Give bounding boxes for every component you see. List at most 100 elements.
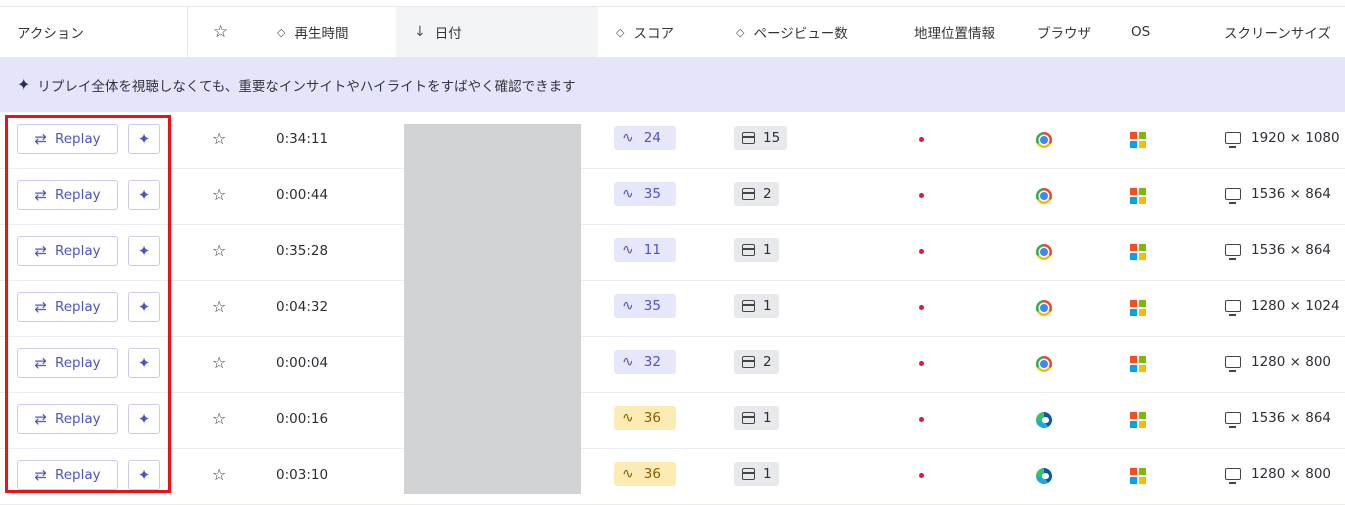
column-header-pageviews[interactable]: ◇ ページビュー数 [736,7,848,57]
sort-icon[interactable]: ◇ [616,26,624,39]
duration-value: 0:00:04 [276,355,329,371]
pageviews-badge: 2 [734,350,779,374]
score-value: 36 [643,466,661,482]
screen-size-value: 1280 × 1024 [1251,298,1340,314]
edge-icon [1036,468,1052,484]
activity-icon: ∿ [622,242,634,258]
monitor-icon [1225,356,1241,372]
star-icon[interactable]: ☆ [212,353,226,372]
chrome-icon [1036,244,1052,260]
pageviews-badge: 1 [734,406,779,430]
geo-location-dot [919,137,924,142]
table-row[interactable]: ⇄ Replay ✦ ☆ 0:04:32 ∿ 35 1 1280 × 1024 [0,280,1345,337]
sort-icon[interactable]: ◇ [277,26,285,39]
geo-location-dot [919,417,924,422]
activity-icon: ∿ [622,186,634,202]
activity-icon: ∿ [622,298,634,314]
pageviews-value: 1 [763,298,772,314]
star-icon[interactable]: ☆ [212,129,226,148]
table-row[interactable]: ⇄ Replay ✦ ☆ 0:35:28 ∿ 11 1 1536 × 864 [0,224,1345,281]
pageviews-value: 2 [763,186,772,202]
sparkle-icon: ✦ [17,75,31,94]
table-row[interactable]: ⇄ Replay ✦ ☆ 0:00:04 ∿ 32 2 1280 × 800 [0,336,1345,393]
column-header-os: OS [1131,7,1150,57]
window-icon [742,300,755,312]
screen-size: 1536 × 864 [1225,186,1331,204]
screen-size-value: 1920 × 1080 [1251,130,1340,146]
pageviews-value: 1 [763,466,772,482]
pageviews-badge: 2 [734,182,779,206]
table-row[interactable]: ⇄ Replay ✦ ☆ 0:03:10 ∿ 36 1 1280 × 800 [0,448,1345,505]
column-header-geo: 地理位置情報 [914,7,995,57]
chrome-icon [1036,132,1052,148]
star-icon[interactable]: ☆ [212,297,226,316]
monitor-icon [1225,300,1241,316]
score-badge: ∿ 24 [614,126,676,150]
table-row[interactable]: ⇄ Replay ✦ ☆ 0:34:11 ∿ 24 15 1920 × 1080 [0,112,1345,169]
geo-location-dot [919,473,924,478]
screen-size-value: 1536 × 864 [1251,242,1332,258]
table-row[interactable]: ⇄ Replay ✦ ☆ 0:00:44 ∿ 35 2 1536 × 864 [0,168,1345,225]
column-header-score[interactable]: ◇ スコア [616,7,674,57]
star-icon[interactable]: ☆ [212,241,226,260]
edge-icon [1036,412,1052,428]
screen-size: 1280 × 800 [1225,354,1331,372]
duration-value: 0:35:28 [276,243,329,259]
window-icon [742,412,755,424]
column-header-date[interactable]: ↓ 日付 [396,7,598,57]
banner-text: リプレイ全体を視聴しなくても、重要なインサイトやハイライトをすばやく確認できます [37,78,576,95]
windows-icon [1130,468,1146,484]
column-header-label: アクション [17,26,84,42]
windows-icon [1130,356,1146,372]
screen-size-value: 1536 × 864 [1251,410,1332,426]
star-icon[interactable]: ☆ [213,22,228,42]
column-header-label: 地理位置情報 [914,26,995,42]
screen-size: 1536 × 864 [1225,242,1332,260]
column-header-actions: アクション [17,7,84,57]
monitor-icon [1225,188,1241,204]
pageviews-value: 1 [763,410,772,426]
monitor-icon [1225,468,1241,484]
column-header-label: 再生時間 [294,26,349,42]
pageviews-value: 15 [763,130,781,146]
duration-value: 0:34:11 [276,131,329,147]
arrow-down-icon[interactable]: ↓ [414,24,426,40]
activity-icon: ∿ [622,130,634,146]
window-icon [742,244,755,256]
score-badge: ∿ 36 [614,406,676,430]
activity-icon: ∿ [622,466,634,482]
windows-icon [1130,300,1146,316]
column-header-label: 日付 [434,26,462,42]
window-icon [742,188,755,200]
column-header-duration[interactable]: ◇ 再生時間 [277,7,348,57]
windows-icon [1130,132,1146,148]
score-value: 32 [643,354,661,370]
star-icon[interactable]: ☆ [212,465,226,484]
table-header: アクション ☆ ◇ 再生時間 ↓ 日付 ◇ スコア ◇ ページビュー数 地理位置… [0,6,1345,58]
geo-location-dot [919,305,924,310]
geo-location-dot [919,361,924,366]
column-header-favorite[interactable]: ☆ [213,7,228,57]
insight-banner: ✦ リプレイ全体を視聴しなくても、重要なインサイトやハイライトをすばやく確認でき… [0,57,1345,112]
windows-icon [1130,188,1146,204]
star-icon[interactable]: ☆ [212,409,226,428]
column-header-label: OS [1131,24,1151,40]
sort-icon[interactable]: ◇ [736,26,744,39]
screen-size: 1920 × 1080 [1225,130,1340,148]
monitor-icon [1225,412,1241,428]
pageviews-badge: 1 [734,238,779,262]
geo-location-dot [919,193,924,198]
pageviews-badge: 1 [734,462,779,486]
screen-size: 1536 × 864 [1225,410,1332,428]
duration-value: 0:03:10 [276,467,329,483]
windows-icon [1130,244,1146,260]
chrome-icon [1036,188,1052,204]
score-value: 35 [643,186,661,202]
date-column-redacted [404,124,581,494]
duration-value: 0:00:16 [276,411,329,427]
column-header-label: スクリーンサイズ [1224,26,1331,42]
score-badge: ∿ 35 [614,182,676,206]
star-icon[interactable]: ☆ [212,185,226,204]
monitor-icon [1225,244,1241,260]
table-row[interactable]: ⇄ Replay ✦ ☆ 0:00:16 ∿ 36 1 1536 × 864 [0,392,1345,449]
